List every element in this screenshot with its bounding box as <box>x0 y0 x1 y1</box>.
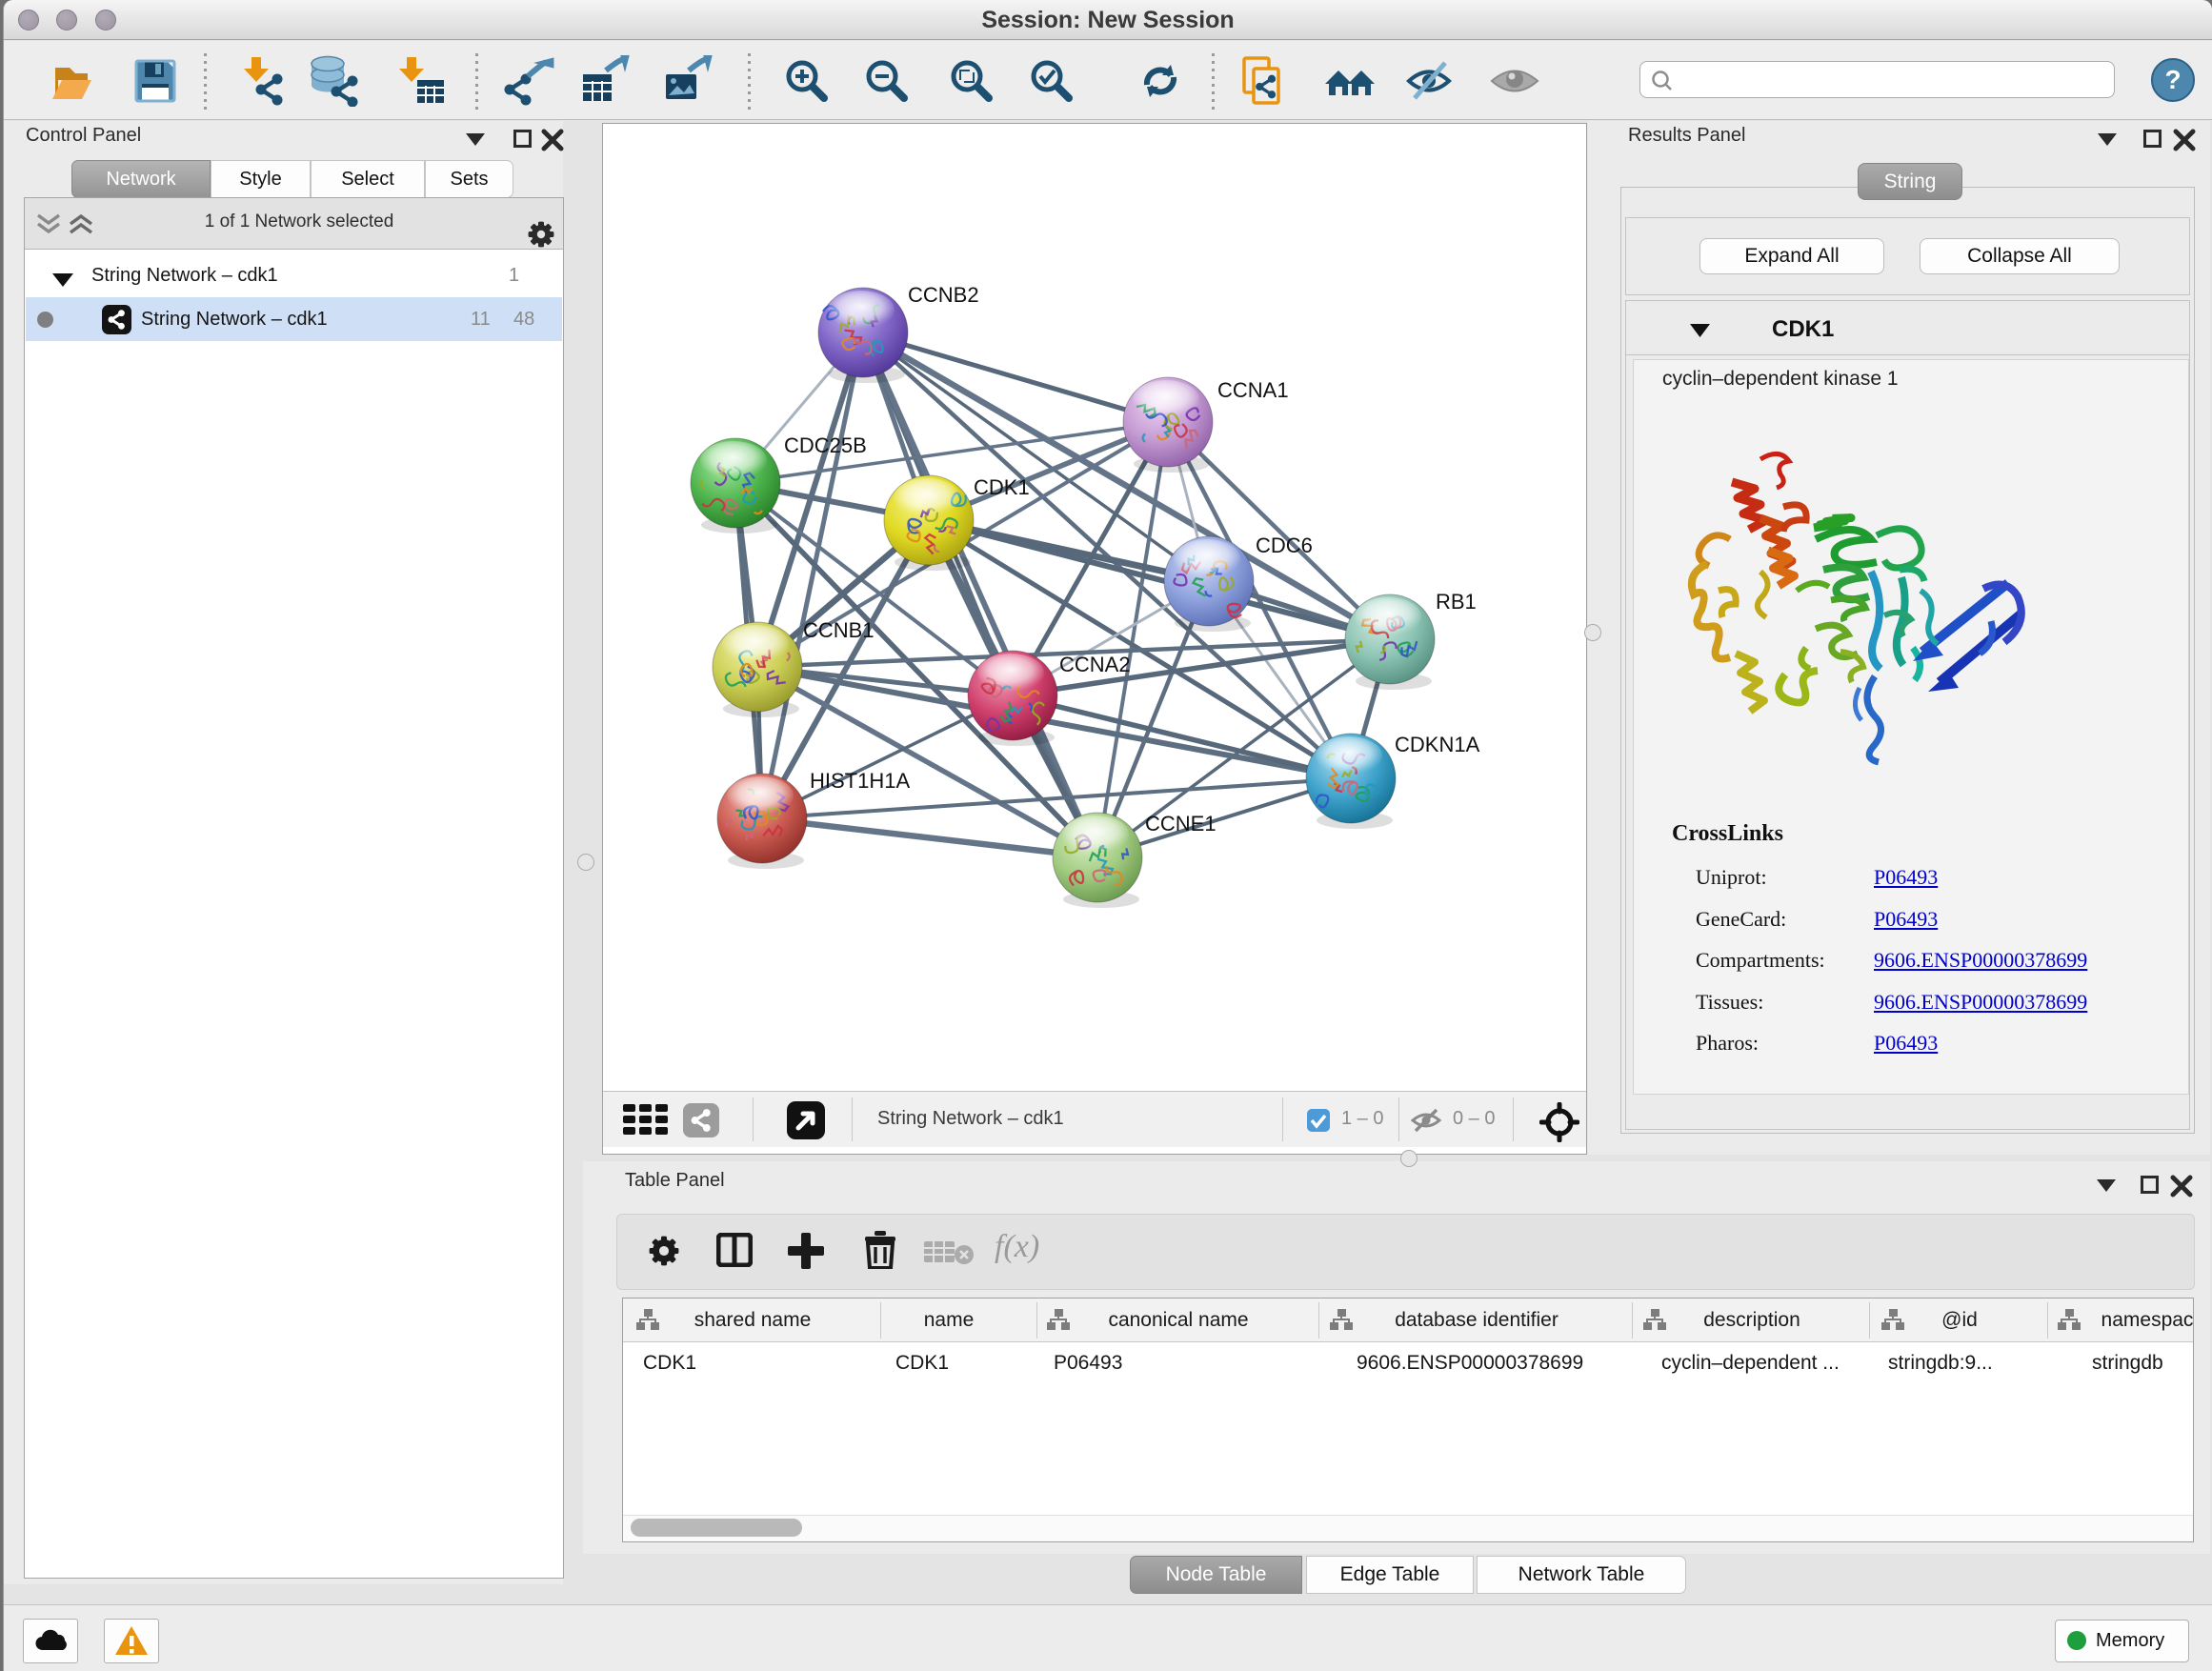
svg-text:CDKN1A: CDKN1A <box>1395 733 1480 756</box>
svg-text:CCNB2: CCNB2 <box>908 283 979 307</box>
svg-text:CDC25B: CDC25B <box>784 433 867 457</box>
svg-text:?: ? <box>2164 65 2181 94</box>
svg-text:CCNA2: CCNA2 <box>1059 653 1131 676</box>
svg-text:CDC6: CDC6 <box>1256 534 1313 557</box>
svg-text:CDK1: CDK1 <box>974 475 1030 499</box>
svg-text:HIST1H1A: HIST1H1A <box>810 769 910 793</box>
svg-text:CCNE1: CCNE1 <box>1145 812 1217 836</box>
svg-text:CCNA1: CCNA1 <box>1217 378 1289 402</box>
svg-text:RB1: RB1 <box>1436 590 1477 614</box>
svg-text:CCNB1: CCNB1 <box>803 618 875 642</box>
